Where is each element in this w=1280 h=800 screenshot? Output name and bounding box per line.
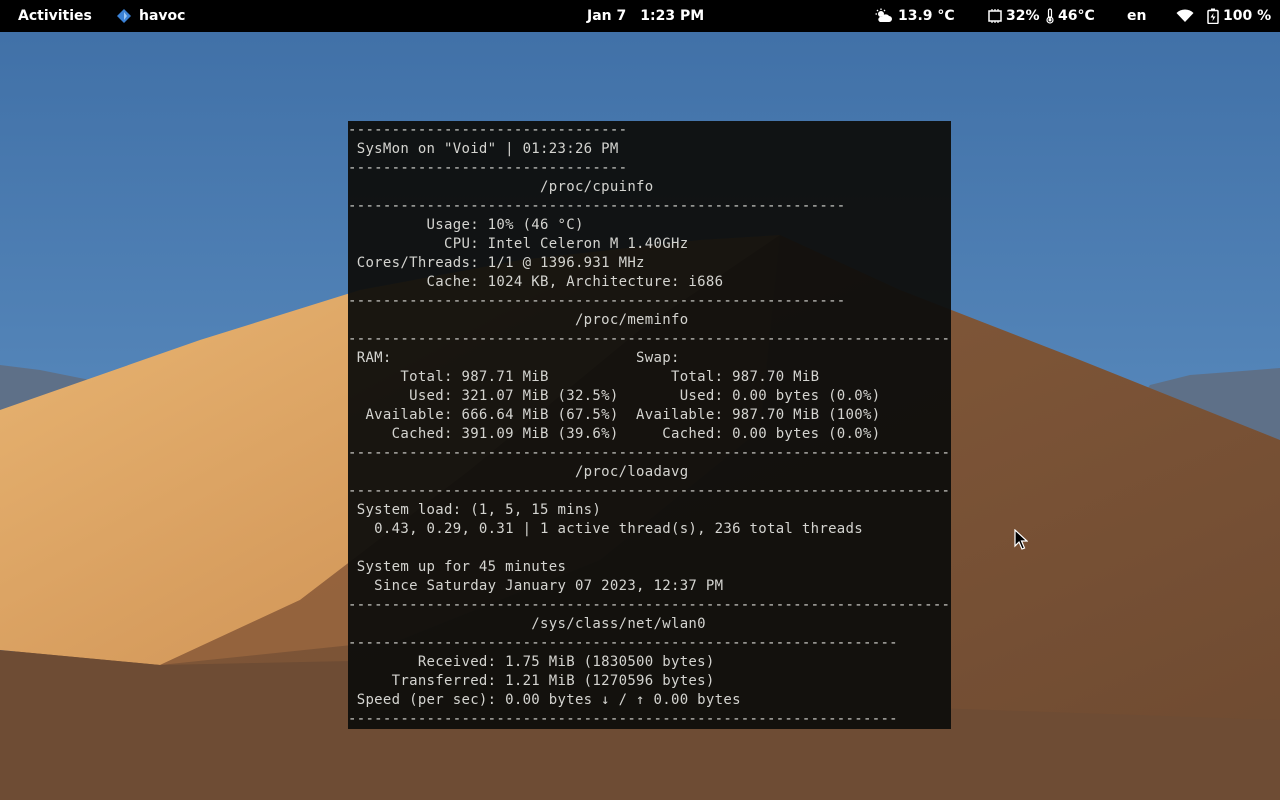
system-menu-button[interactable]: 100 % bbox=[1176, 0, 1271, 32]
terminal-line: Usage: 10% (46 °C) bbox=[348, 217, 584, 233]
app-name-label: havoc bbox=[139, 8, 186, 24]
terminal-line: Received: 1.75 MiB (1830500 bytes) bbox=[348, 654, 715, 670]
sysmon-terminal-window[interactable]: -------------------------------- SysMon … bbox=[348, 121, 951, 729]
cpu-load-value: 32% bbox=[1006, 8, 1040, 24]
keyboard-layout-label: en bbox=[1127, 8, 1147, 24]
terminal-line: ----------------------------------------… bbox=[348, 445, 951, 461]
terminal-line: Speed (per sec): 0.00 bytes ↓ / ↑ 0.00 b… bbox=[348, 692, 741, 708]
havoc-app-icon bbox=[116, 8, 132, 24]
weather-indicator[interactable]: 13.9 °C bbox=[874, 0, 955, 32]
terminal-line: /proc/cpuinfo bbox=[348, 179, 654, 195]
terminal-line: System up for 45 minutes bbox=[348, 559, 567, 575]
terminal-line: -------------------------------- bbox=[348, 122, 628, 138]
terminal-line: System load: (1, 5, 15 mins) bbox=[348, 502, 602, 518]
terminal-line: Total: 987.71 MiB Total: 987.70 MiB bbox=[348, 369, 820, 385]
battery-percentage: 100 % bbox=[1223, 8, 1272, 24]
terminal-line: -------------------------------- bbox=[348, 160, 628, 176]
cpu-temp-value: 46°C bbox=[1058, 8, 1095, 24]
terminal-line: Cores/Threads: 1/1 @ 1396.931 MHz bbox=[348, 255, 645, 271]
terminal-line: ----------------------------------------… bbox=[348, 198, 846, 214]
terminal-line: ----------------------------------------… bbox=[348, 331, 951, 347]
terminal-line: Since Saturday January 07 2023, 12:37 PM bbox=[348, 578, 724, 594]
cpu-icon bbox=[987, 8, 1003, 24]
app-menu-button[interactable]: havoc bbox=[116, 0, 185, 32]
cpu-temp-indicator[interactable]: 46°C bbox=[1045, 0, 1095, 32]
weather-partly-cloudy-icon bbox=[874, 8, 892, 24]
thermometer-icon bbox=[1045, 8, 1055, 24]
terminal-line: CPU: Intel Celeron M 1.40GHz bbox=[348, 236, 689, 252]
terminal-line: SysMon on "Void" | 01:23:26 PM bbox=[348, 141, 619, 157]
cpu-load-indicator[interactable]: 32% bbox=[987, 0, 1040, 32]
terminal-line: ----------------------------------------… bbox=[348, 711, 898, 727]
terminal-line: RAM: Swap: bbox=[348, 350, 680, 366]
terminal-line: /sys/class/net/wlan0 bbox=[348, 616, 706, 632]
activities-label: Activities bbox=[18, 8, 92, 24]
terminal-line: /proc/meminfo bbox=[348, 312, 689, 328]
terminal-line: Transferred: 1.21 MiB (1270596 bytes) bbox=[348, 673, 715, 689]
terminal-line: 0.43, 0.29, 0.31 | 1 active thread(s), 2… bbox=[348, 521, 863, 537]
clock-button[interactable]: Jan 7 1:23 PM bbox=[587, 0, 704, 32]
activities-button[interactable]: Activities bbox=[18, 0, 92, 32]
terminal-line: /proc/loadavg bbox=[348, 464, 689, 480]
top-panel: Activities havoc Jan 7 1:23 PM 13.9 °C 3… bbox=[0, 0, 1280, 32]
terminal-line: ----------------------------------------… bbox=[348, 293, 846, 309]
weather-temperature: 13.9 °C bbox=[898, 8, 955, 24]
terminal-line: ----------------------------------------… bbox=[348, 597, 951, 613]
battery-charging-icon bbox=[1207, 8, 1219, 24]
terminal-output: -------------------------------- SysMon … bbox=[348, 121, 951, 729]
terminal-line: Cached: 391.09 MiB (39.6%) Cached: 0.00 … bbox=[348, 426, 881, 442]
date-label: Jan 7 bbox=[587, 8, 627, 24]
wifi-icon bbox=[1176, 9, 1194, 23]
mouse-pointer-icon bbox=[1014, 529, 1028, 550]
terminal-line: Cache: 1024 KB, Architecture: i686 bbox=[348, 274, 724, 290]
keyboard-layout-indicator[interactable]: en bbox=[1127, 0, 1146, 32]
terminal-line: Used: 321.07 MiB (32.5%) Used: 0.00 byte… bbox=[348, 388, 881, 404]
time-label: 1:23 PM bbox=[640, 8, 705, 24]
terminal-line: ----------------------------------------… bbox=[348, 483, 951, 499]
terminal-line: Available: 666.64 MiB (67.5%) Available:… bbox=[348, 407, 881, 423]
terminal-line: ----------------------------------------… bbox=[348, 635, 898, 651]
